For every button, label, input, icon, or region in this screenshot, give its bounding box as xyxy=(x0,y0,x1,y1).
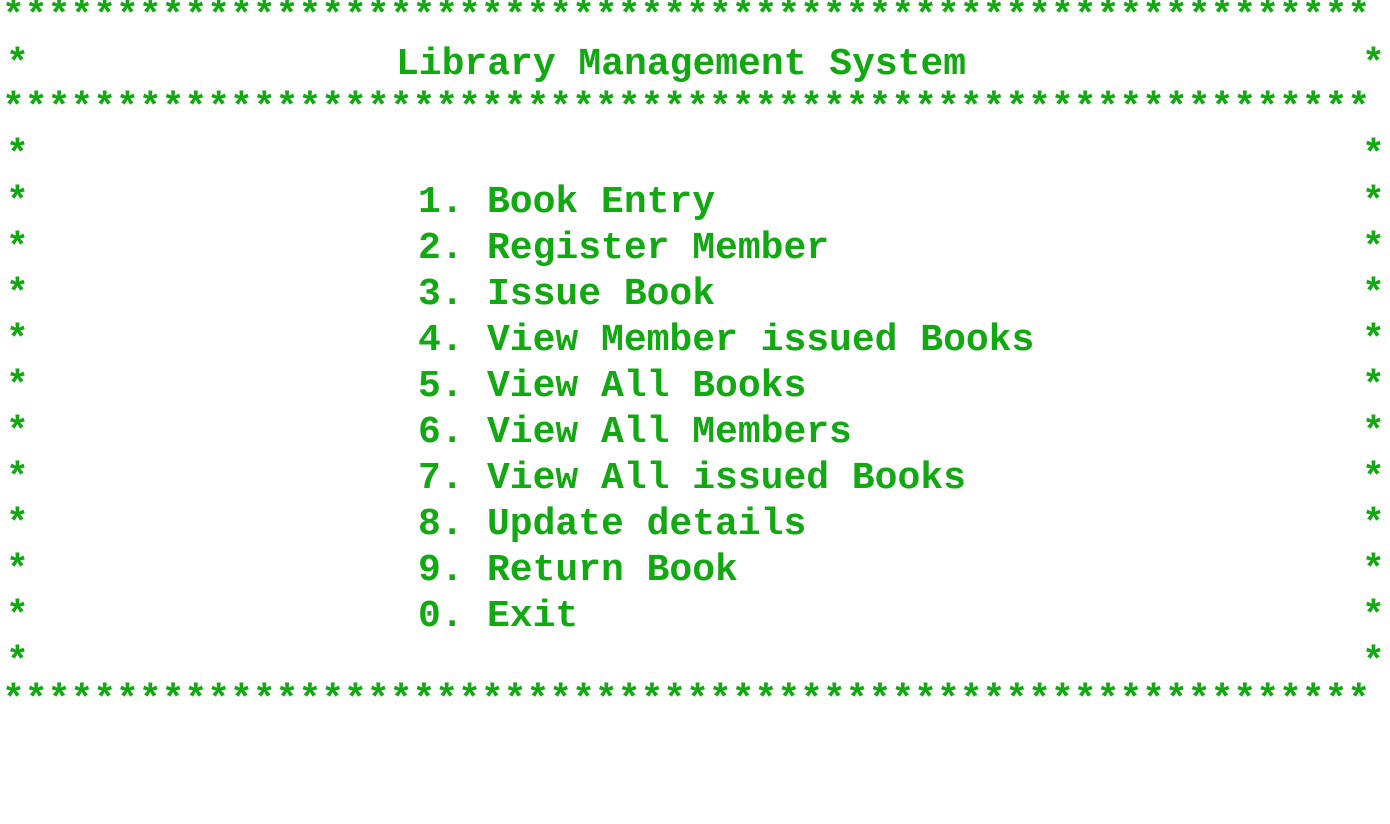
border-star-left: * xyxy=(6,227,29,270)
app-title: Library Management System xyxy=(396,43,967,86)
menu-item-number: 3. xyxy=(418,273,464,316)
menu-item-number: 6. xyxy=(418,411,464,454)
border-star-right: * xyxy=(1362,227,1385,270)
menu-item-label: View All Books xyxy=(487,365,807,408)
menu-row-7: * 7. View All issued Books * xyxy=(6,456,1390,502)
border-star-right: * xyxy=(1362,319,1385,362)
border-star-right: * xyxy=(1362,457,1385,500)
border-star-right: * xyxy=(1362,273,1385,316)
menu-item-label: Book Entry xyxy=(487,181,716,224)
bottom-border: ****************************************… xyxy=(2,679,1371,722)
border-star-right: * xyxy=(1362,134,1385,177)
menu-item-view-all-issued-books[interactable]: 7. View All issued Books xyxy=(418,456,966,502)
menu-item-number: 7. xyxy=(418,457,464,500)
border-star-right: * xyxy=(1362,503,1385,546)
top-border: ****************************************… xyxy=(2,0,1371,38)
menu-item-register-member[interactable]: 2. Register Member xyxy=(418,226,829,272)
menu-item-book-entry[interactable]: 1. Book Entry xyxy=(418,180,715,226)
menu-item-label: Issue Book xyxy=(487,273,716,316)
menu-item-issue-book[interactable]: 3. Issue Book xyxy=(418,272,715,318)
border-star-left: * xyxy=(6,365,29,408)
menu-item-label: View Member issued Books xyxy=(487,319,1035,362)
menu-row-3: * 3. Issue Book * xyxy=(6,272,1390,318)
border-star-left: * xyxy=(6,273,29,316)
menu-item-update-details[interactable]: 8. Update details xyxy=(418,502,806,548)
menu-item-return-book[interactable]: 9. Return Book xyxy=(418,548,738,594)
border-star-left: * xyxy=(6,181,29,224)
menu-row-6: * 6. View All Members * xyxy=(6,410,1390,456)
border-star-right: * xyxy=(1362,411,1385,454)
menu-item-number: 9. xyxy=(418,549,464,592)
menu-item-label: Exit xyxy=(487,595,579,638)
menu-item-number: 2. xyxy=(418,227,464,270)
menu-row-1: * 1. Book Entry * xyxy=(6,180,1390,226)
menu-item-number: 4. xyxy=(418,319,464,362)
border-star-right: * xyxy=(1362,365,1385,408)
title-row: * Library Management System * xyxy=(6,42,1390,88)
menu-item-view-all-members[interactable]: 6. View All Members xyxy=(418,410,852,456)
menu-row-4: * 4. View Member issued Books * xyxy=(6,318,1390,364)
border-star-right: * xyxy=(1362,43,1385,86)
menu-row-2: * 2. Register Member * xyxy=(6,226,1390,272)
menu-row-8: * 8. Update details * xyxy=(6,502,1390,548)
menu-item-view-member-issued-books[interactable]: 4. View Member issued Books xyxy=(418,318,1034,364)
menu-row-0: * 0. Exit * xyxy=(6,594,1390,640)
blank-row-top: * * xyxy=(6,133,1390,179)
console-window: ****************************************… xyxy=(0,0,1390,726)
border-star-left: * xyxy=(6,411,29,454)
menu-item-number: 0. xyxy=(418,595,464,638)
menu-item-number: 5. xyxy=(418,365,464,408)
border-star-left: * xyxy=(6,43,29,86)
border-star-right: * xyxy=(1362,181,1385,224)
menu-item-label: Update details xyxy=(487,503,807,546)
border-star-left: * xyxy=(6,503,29,546)
menu-item-label: View All Members xyxy=(487,411,852,454)
menu-item-view-all-books[interactable]: 5. View All Books xyxy=(418,364,806,410)
border-star-right: * xyxy=(1362,595,1385,638)
border-star-left: * xyxy=(6,595,29,638)
menu-item-exit[interactable]: 0. Exit xyxy=(418,594,578,640)
border-star-left: * xyxy=(6,549,29,592)
border-star-right: * xyxy=(1362,549,1385,592)
border-star-left: * xyxy=(6,457,29,500)
menu-item-label: View All issued Books xyxy=(487,457,966,500)
menu-item-number: 8. xyxy=(418,503,464,546)
menu-item-label: Return Book xyxy=(487,549,738,592)
border-star-left: * xyxy=(6,319,29,362)
separator-border: ****************************************… xyxy=(2,87,1371,130)
menu-item-label: Register Member xyxy=(487,227,830,270)
menu-row-5: * 5. View All Books * xyxy=(6,364,1390,410)
border-star-left: * xyxy=(6,134,29,177)
menu-item-number: 1. xyxy=(418,181,464,224)
menu-row-9: * 9. Return Book * xyxy=(6,548,1390,594)
